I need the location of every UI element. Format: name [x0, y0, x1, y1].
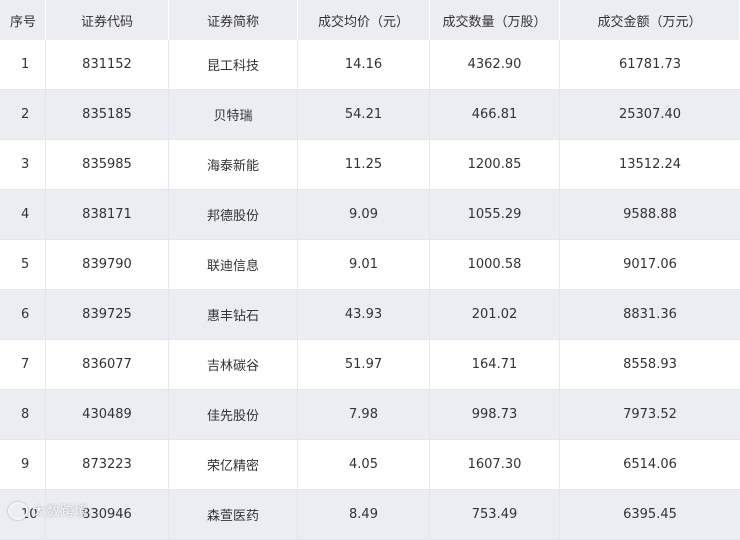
cell-code: 836077 [46, 340, 169, 390]
cell-amount: 8831.36 [560, 290, 740, 340]
cell-avg-price: 4.05 [298, 440, 430, 490]
cell-index: 8 [0, 390, 46, 440]
cell-avg-price: 9.09 [298, 190, 430, 240]
cell-index: 1 [0, 40, 46, 90]
cell-name: 森萱医药 [169, 490, 298, 540]
cell-name: 惠丰钻石 [169, 290, 298, 340]
cell-code: 835985 [46, 140, 169, 190]
cell-code: 838171 [46, 190, 169, 240]
cell-avg-price: 9.01 [298, 240, 430, 290]
cell-amount: 9588.88 [560, 190, 740, 240]
table-row: 7 836077 吉林碳谷 51.97 164.71 8558.93 [0, 340, 740, 390]
cell-amount: 9017.06 [560, 240, 740, 290]
table-row: 6 839725 惠丰钻石 43.93 201.02 8831.36 [0, 290, 740, 340]
cell-volume: 164.71 [430, 340, 560, 390]
cell-avg-price: 54.21 [298, 90, 430, 140]
cell-index: 9 [0, 440, 46, 490]
cell-name: 海泰新能 [169, 140, 298, 190]
cell-volume: 466.81 [430, 90, 560, 140]
cell-avg-price: 14.16 [298, 40, 430, 90]
cell-code: 839790 [46, 240, 169, 290]
table-header-row: 序号 证券代码 证券简称 成交均价（元） 成交数量（万股） 成交金额（万元） [0, 0, 740, 40]
header-avg-price: 成交均价（元） [298, 0, 430, 40]
cell-code: 835185 [46, 90, 169, 140]
cell-volume: 4362.90 [430, 40, 560, 90]
trading-table: 序号 证券代码 证券简称 成交均价（元） 成交数量（万股） 成交金额（万元） 1… [0, 0, 740, 540]
cell-avg-price: 51.97 [298, 340, 430, 390]
cell-index: 7 [0, 340, 46, 390]
cell-index: 6 [0, 290, 46, 340]
cell-name: 佳先股份 [169, 390, 298, 440]
cell-volume: 1200.85 [430, 140, 560, 190]
cell-avg-price: 8.49 [298, 490, 430, 540]
cell-code: 839725 [46, 290, 169, 340]
table-row: 3 835985 海泰新能 11.25 1200.85 13512.24 [0, 140, 740, 190]
header-volume: 成交数量（万股） [430, 0, 560, 40]
cell-code: 430489 [46, 390, 169, 440]
header-index: 序号 [0, 0, 46, 40]
cell-amount: 6514.06 [560, 440, 740, 490]
cell-index: 3 [0, 140, 46, 190]
cell-index: 2 [0, 90, 46, 140]
cell-name: 吉林碳谷 [169, 340, 298, 390]
header-code: 证券代码 [46, 0, 169, 40]
cell-code: 873223 [46, 440, 169, 490]
cell-avg-price: 7.98 [298, 390, 430, 440]
cell-volume: 998.73 [430, 390, 560, 440]
cell-avg-price: 11.25 [298, 140, 430, 190]
table-row: 9 873223 荣亿精密 4.05 1607.30 6514.06 [0, 440, 740, 490]
cell-name: 联迪信息 [169, 240, 298, 290]
cell-index: 4 [0, 190, 46, 240]
cell-amount: 13512.24 [560, 140, 740, 190]
watermark: 大数跨境 [8, 501, 88, 521]
table-row: 4 838171 邦德股份 9.09 1055.29 9588.88 [0, 190, 740, 240]
cell-amount: 61781.73 [560, 40, 740, 90]
cell-amount: 25307.40 [560, 90, 740, 140]
header-amount: 成交金额（万元） [560, 0, 740, 40]
cell-volume: 201.02 [430, 290, 560, 340]
header-name: 证券简称 [169, 0, 298, 40]
table-row: 2 835185 贝特瑞 54.21 466.81 25307.40 [0, 90, 740, 140]
cell-volume: 753.49 [430, 490, 560, 540]
watermark-text: 大数跨境 [32, 504, 88, 520]
table-row: 10 830946 森萱医药 8.49 753.49 6395.45 [0, 490, 740, 540]
cell-avg-price: 43.93 [298, 290, 430, 340]
cell-volume: 1607.30 [430, 440, 560, 490]
table-row: 8 430489 佳先股份 7.98 998.73 7973.52 [0, 390, 740, 440]
cell-code: 831152 [46, 40, 169, 90]
cell-volume: 1055.29 [430, 190, 560, 240]
cell-amount: 6395.45 [560, 490, 740, 540]
cell-amount: 8558.93 [560, 340, 740, 390]
watermark-logo-icon [8, 502, 28, 520]
cell-amount: 7973.52 [560, 390, 740, 440]
table-row: 1 831152 昆工科技 14.16 4362.90 61781.73 [0, 40, 740, 90]
cell-name: 邦德股份 [169, 190, 298, 240]
cell-volume: 1000.58 [430, 240, 560, 290]
cell-name: 贝特瑞 [169, 90, 298, 140]
cell-name: 荣亿精密 [169, 440, 298, 490]
cell-index: 5 [0, 240, 46, 290]
table-row: 5 839790 联迪信息 9.01 1000.58 9017.06 [0, 240, 740, 290]
cell-name: 昆工科技 [169, 40, 298, 90]
